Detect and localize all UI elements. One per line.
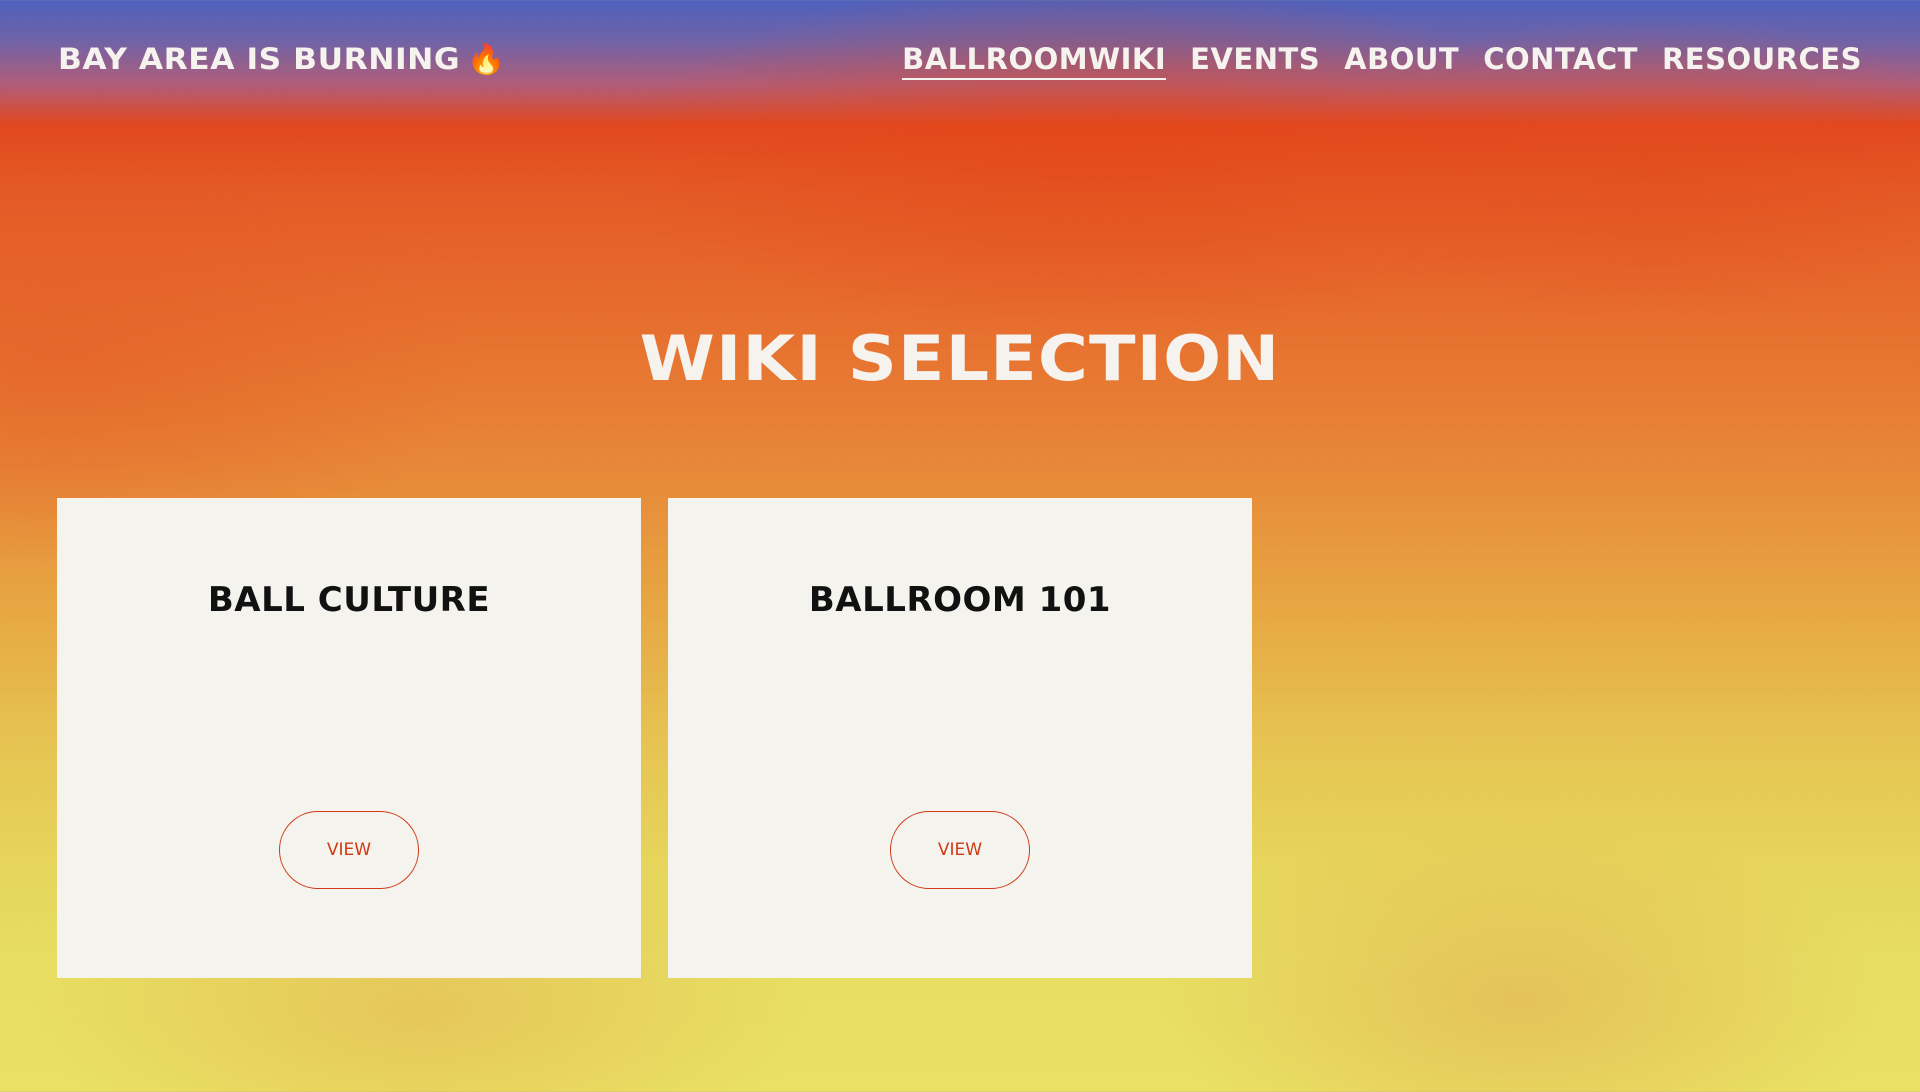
flame-icon: 🔥	[466, 42, 507, 76]
card-title: BALL CULTURE	[207, 580, 491, 620]
view-button[interactable]: VIEW	[279, 811, 419, 889]
view-button[interactable]: VIEW	[890, 811, 1030, 889]
page-title: WIKI SELECTION	[639, 322, 1281, 395]
site-logo-link[interactable]: BAY AREA IS BURNING 🔥	[58, 42, 506, 77]
main-navigation: BALLROOMWIKI EVENTS ABOUT CONTACT RESOUR…	[902, 42, 1862, 80]
nav-link-events[interactable]: EVENTS	[1190, 42, 1320, 80]
brand-name: BAY AREA IS BURNING	[58, 42, 461, 76]
wiki-card-ball-culture: BALL CULTURE VIEW	[57, 498, 641, 978]
nav-link-resources[interactable]: RESOURCES	[1662, 42, 1862, 80]
nav-link-contact[interactable]: CONTACT	[1483, 42, 1638, 80]
card-title: BALLROOM 101	[808, 580, 1112, 620]
wiki-card-ballroom-101: BALLROOM 101 VIEW	[668, 498, 1252, 978]
nav-link-ballroomwiki[interactable]: BALLROOMWIKI	[902, 42, 1167, 80]
site-header: BAY AREA IS BURNING 🔥 BALLROOMWIKI EVENTS…	[0, 0, 1920, 120]
nav-link-about[interactable]: ABOUT	[1344, 42, 1459, 80]
